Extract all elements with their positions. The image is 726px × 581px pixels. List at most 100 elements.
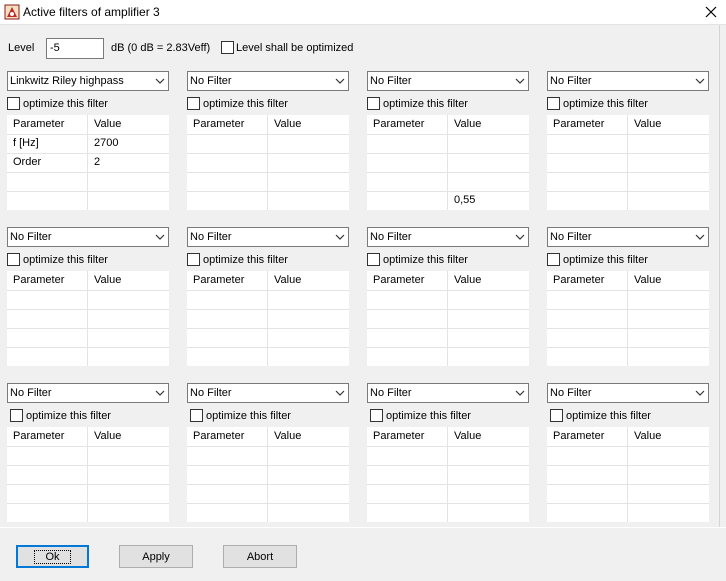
row-divider <box>547 503 709 504</box>
parameter-table: Parameter Value <box>547 115 709 210</box>
level-optimize-label: Level shall be optimized <box>236 42 354 54</box>
parameter-header: Parameter <box>193 274 245 286</box>
value-header: Value <box>634 118 662 130</box>
optimize-filter-label: optimize this filter <box>203 98 288 110</box>
ok-button[interactable]: Ok <box>16 545 89 568</box>
row-divider <box>367 484 529 485</box>
optimize-filter-label: optimize this filter <box>23 98 108 110</box>
value-header: Value <box>274 430 302 442</box>
column-divider <box>627 271 628 366</box>
row-divider <box>187 134 349 135</box>
row-divider <box>547 484 709 485</box>
chevron-down-icon <box>695 78 705 84</box>
chevron-down-icon <box>335 390 345 396</box>
level-label: Level <box>8 42 35 54</box>
parameter-header: Parameter <box>553 430 605 442</box>
parameter-table: Parameter Value <box>187 271 349 366</box>
optimize-filter-checkbox[interactable] <box>547 253 560 266</box>
chevron-down-icon <box>155 390 165 396</box>
optimize-filter-checkbox[interactable] <box>10 409 23 422</box>
row-divider <box>367 134 529 135</box>
row-divider <box>187 446 349 447</box>
filter-type-select[interactable]: No Filter <box>367 71 529 91</box>
column-divider <box>87 115 88 210</box>
optimize-filter-label: optimize this filter <box>383 254 468 266</box>
filter-type-value: No Filter <box>370 75 412 87</box>
filter-type-value: No Filter <box>10 231 52 243</box>
value-header: Value <box>274 274 302 286</box>
row-divider <box>367 503 529 504</box>
filter-type-select[interactable]: No Filter <box>7 227 169 247</box>
value-cell[interactable]: 2 <box>94 156 100 168</box>
optimize-filter-checkbox[interactable] <box>547 97 560 110</box>
filter-type-value: No Filter <box>550 231 592 243</box>
filter-type-value: Linkwitz Riley highpass <box>10 75 124 87</box>
row-divider <box>367 309 529 310</box>
optimize-filter-label: optimize this filter <box>566 410 651 422</box>
filter-type-value: No Filter <box>550 387 592 399</box>
filter-type-select[interactable]: No Filter <box>187 71 349 91</box>
app-icon <box>4 4 20 20</box>
row-divider <box>187 328 349 329</box>
filter-type-select[interactable]: No Filter <box>547 71 709 91</box>
value-cell[interactable]: 2700 <box>94 137 118 149</box>
optimize-filter-checkbox[interactable] <box>7 97 20 110</box>
value-cell[interactable]: 0,55 <box>454 194 475 206</box>
filter-type-select[interactable]: No Filter <box>187 383 349 403</box>
row-divider <box>7 484 169 485</box>
parameter-header: Parameter <box>373 430 425 442</box>
optimize-filter-checkbox[interactable] <box>187 97 200 110</box>
column-divider <box>627 427 628 522</box>
row-divider <box>7 153 169 154</box>
filter-type-select[interactable]: No Filter <box>7 383 169 403</box>
filter-type-select[interactable]: No Filter <box>367 383 529 403</box>
close-button[interactable] <box>698 1 724 23</box>
row-divider <box>7 347 169 348</box>
parameter-cell[interactable]: f [Hz] <box>13 137 39 149</box>
optimize-filter-label: optimize this filter <box>563 254 648 266</box>
row-divider <box>187 465 349 466</box>
row-divider <box>367 347 529 348</box>
optimize-filter-checkbox[interactable] <box>370 409 383 422</box>
column-divider <box>447 427 448 522</box>
parameter-table: Parameter Value <box>7 427 169 522</box>
parameter-header: Parameter <box>373 118 425 130</box>
optimize-filter-checkbox[interactable] <box>367 97 380 110</box>
row-divider <box>367 191 529 192</box>
filter-type-value: No Filter <box>370 231 412 243</box>
optimize-filter-checkbox[interactable] <box>190 409 203 422</box>
button-bar: Ok Apply Abort <box>0 527 726 581</box>
optimize-filter-checkbox[interactable] <box>550 409 563 422</box>
parameter-header: Parameter <box>13 274 65 286</box>
row-divider <box>547 153 709 154</box>
level-input[interactable]: -5 <box>46 38 104 59</box>
parameter-table: Parameter Value <box>547 427 709 522</box>
optimize-filter-checkbox[interactable] <box>187 253 200 266</box>
apply-button[interactable]: Apply <box>119 545 193 568</box>
column-divider <box>447 115 448 210</box>
filter-type-select[interactable]: No Filter <box>187 227 349 247</box>
row-divider <box>547 134 709 135</box>
filter-type-value: No Filter <box>10 387 52 399</box>
row-divider <box>547 172 709 173</box>
optimize-filter-checkbox[interactable] <box>7 253 20 266</box>
parameter-cell[interactable]: Order <box>13 156 41 168</box>
parameter-table: Parameter Value <box>547 271 709 366</box>
chevron-down-icon <box>695 390 705 396</box>
filter-type-select[interactable]: No Filter <box>547 227 709 247</box>
row-divider <box>7 503 169 504</box>
parameter-table: Parameter Value <box>187 427 349 522</box>
optimize-filter-checkbox[interactable] <box>367 253 380 266</box>
filter-type-select[interactable]: No Filter <box>367 227 529 247</box>
filter-type-value: No Filter <box>190 231 232 243</box>
abort-button[interactable]: Abort <box>223 545 297 568</box>
row-divider <box>187 309 349 310</box>
column-divider <box>447 271 448 366</box>
filter-type-select[interactable]: Linkwitz Riley highpass <box>7 71 169 91</box>
filter-type-select[interactable]: No Filter <box>547 383 709 403</box>
column-divider <box>87 427 88 522</box>
column-divider <box>267 427 268 522</box>
chevron-down-icon <box>335 234 345 240</box>
level-optimize-checkbox[interactable] <box>221 41 234 54</box>
chevron-down-icon <box>155 78 165 84</box>
